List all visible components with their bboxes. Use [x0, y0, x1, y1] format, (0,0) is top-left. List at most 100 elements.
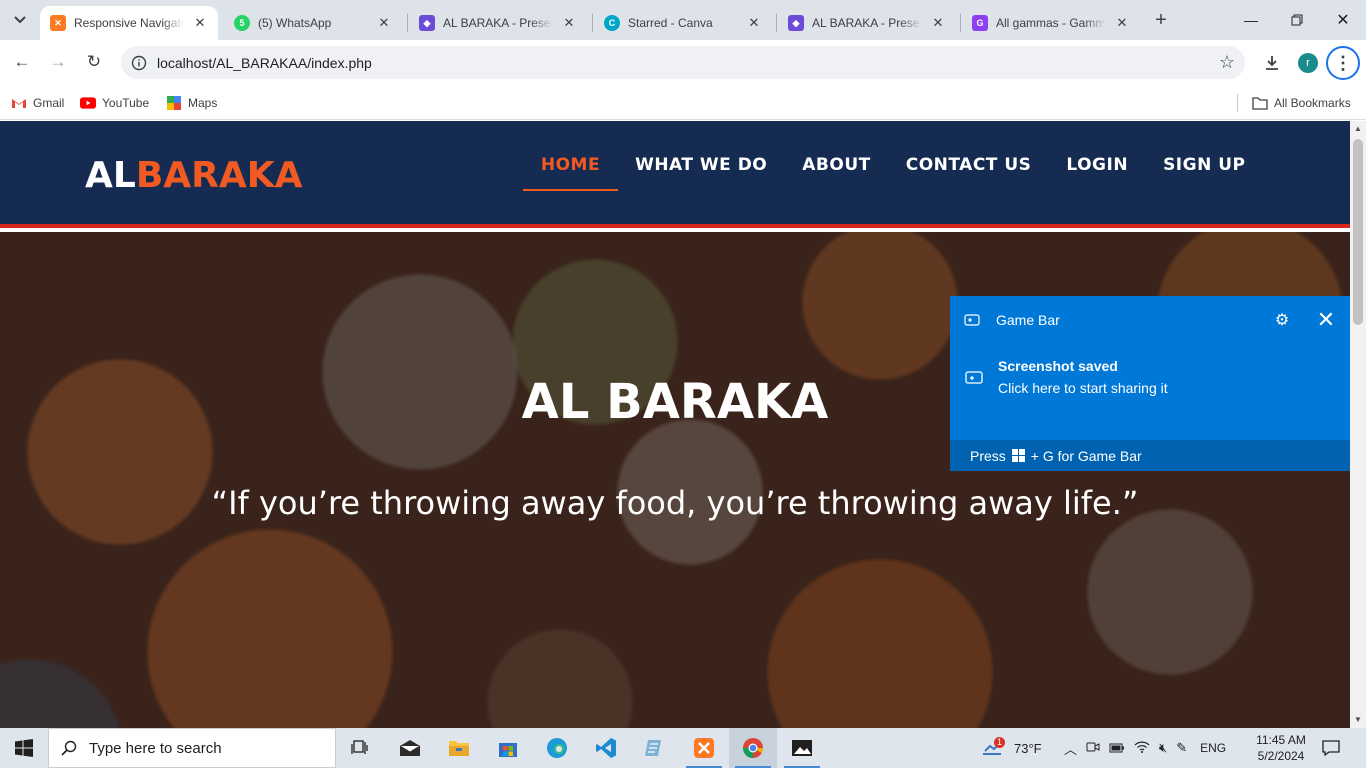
back-arrow-icon: ← [13, 52, 31, 71]
close-tab-icon[interactable]: ✕ [376, 15, 392, 31]
gamma-icon: ◆ [788, 15, 804, 31]
avatar: r [1298, 53, 1318, 73]
tab-canva[interactable]: C Starred - Canva ✕ [594, 6, 772, 40]
browser-menu-button[interactable]: ⋮ [1326, 46, 1360, 80]
bookmark-gmail[interactable]: Gmail [11, 92, 64, 114]
notification-header: Game Bar ⚙ ✕ [950, 296, 1350, 344]
task-view-icon [351, 740, 368, 754]
restore-button[interactable] [1274, 0, 1320, 40]
nav-login[interactable]: LOGIN [1049, 155, 1146, 191]
nav-contact-us[interactable]: CONTACT US [888, 155, 1049, 191]
gamebar-notification[interactable]: Game Bar ⚙ ✕ Screenshot saved Click here… [950, 296, 1350, 471]
windows-logo-icon [15, 739, 33, 757]
restore-icon [1291, 14, 1303, 26]
start-button[interactable] [0, 728, 48, 768]
tab-responsive-navigation[interactable]: ✕ Responsive Navigatio ✕ [40, 6, 218, 40]
tab-al-baraka-presentation-2[interactable]: ◆ AL BARAKA - Present ✕ [778, 6, 956, 40]
bookmark-label: Gmail [33, 96, 65, 110]
all-bookmarks-button[interactable]: All Bookmarks [1252, 92, 1351, 114]
close-window-button[interactable]: ✕ [1320, 0, 1366, 40]
bookmark-maps[interactable]: Maps [166, 92, 217, 114]
tab-title: Starred - Canva [628, 16, 713, 30]
pen-icon[interactable]: ✎ [1176, 740, 1187, 756]
taskbar-notepad[interactable] [631, 728, 679, 768]
browser-toolbar: ← → ↻ localhost/AL_BARAKAA/index.php ☆ r… [0, 40, 1366, 86]
volume-muted-icon[interactable]: 🔇︎ [1159, 740, 1167, 756]
nav-sign-up[interactable]: SIGN UP [1146, 155, 1263, 191]
close-tab-icon[interactable]: ✕ [192, 15, 208, 31]
scroll-up-icon[interactable]: ▲ [1350, 121, 1366, 137]
gamebar-icon [950, 313, 994, 327]
close-tab-icon[interactable]: ✕ [746, 15, 762, 31]
site-header: ALBARAKA HOME WHAT WE DO ABOUT CONTACT U… [0, 121, 1350, 228]
bookmark-label: YouTube [102, 96, 150, 110]
notification-app-name: Game Bar [996, 312, 1060, 328]
weather-alert-icon: 1 [982, 737, 1006, 759]
close-tab-icon[interactable]: ✕ [930, 15, 946, 31]
taskbar-chrome[interactable] [729, 728, 777, 768]
close-tab-icon[interactable]: ✕ [1114, 15, 1130, 31]
notification-message: Click here to start sharing it [998, 380, 1168, 396]
taskbar-file-explorer[interactable] [435, 728, 483, 768]
notification-title: Screenshot saved [998, 358, 1118, 374]
taskbar-mail[interactable] [386, 728, 434, 768]
tab-strip: ✕ Responsive Navigatio ✕ 5 (5) WhatsApp … [0, 0, 1366, 40]
page-scrollbar[interactable]: ▲ ▼ [1350, 121, 1366, 728]
close-tab-icon[interactable]: ✕ [561, 15, 577, 31]
folder-icon [1252, 96, 1268, 110]
taskbar-search[interactable]: Type here to search [48, 728, 336, 768]
site-logo[interactable]: ALBARAKA [85, 155, 302, 196]
weather-temp: 73°F [1014, 740, 1042, 756]
taskbar-photos[interactable] [778, 728, 826, 768]
chevron-up-icon[interactable]: ︿ [1064, 739, 1077, 758]
taskbar-edge[interactable] [533, 728, 581, 768]
scroll-down-icon[interactable]: ▼ [1350, 712, 1366, 728]
nav-what-we-do[interactable]: WHAT WE DO [618, 155, 785, 191]
new-tab-button[interactable]: + [1149, 8, 1173, 32]
url-text[interactable]: localhost/AL_BARAKAA/index.php [157, 55, 1209, 71]
mail-icon [399, 740, 421, 756]
language-indicator[interactable]: ENG [1200, 741, 1226, 755]
nav-home[interactable]: HOME [523, 155, 618, 191]
photos-icon [792, 740, 812, 756]
weather-widget[interactable]: 1 73°F [982, 728, 1042, 768]
meet-now-icon[interactable] [1086, 740, 1100, 757]
tab-all-gammas[interactable]: G All gammas - Gamma ✕ [962, 6, 1140, 40]
taskbar-xampp[interactable] [680, 728, 728, 768]
tab-search-button[interactable] [6, 6, 34, 34]
clock[interactable]: 11:45 AM 5/2/2024 [1250, 732, 1312, 764]
gamma-icon: G [972, 15, 988, 31]
bookmark-label: Maps [188, 96, 218, 110]
gear-icon[interactable]: ⚙ [1262, 310, 1302, 330]
profile-button[interactable]: r [1293, 48, 1323, 78]
tab-whatsapp[interactable]: 5 (5) WhatsApp ✕ [224, 6, 402, 40]
back-button[interactable]: ← [7, 47, 37, 77]
nav-about[interactable]: ABOUT [785, 155, 888, 191]
gmail-icon [11, 96, 27, 110]
downloads-button[interactable] [1257, 48, 1287, 78]
notification-body[interactable]: Screenshot saved Click here to start sha… [950, 358, 1350, 396]
tab-title: (5) WhatsApp [258, 16, 332, 30]
logo-part-2: BARAKA [135, 155, 303, 196]
forward-button[interactable]: → [43, 47, 73, 77]
wifi-icon[interactable] [1134, 741, 1150, 756]
store-icon [499, 743, 517, 757]
close-icon[interactable]: ✕ [1302, 307, 1350, 333]
notification-center-button[interactable] [1322, 728, 1340, 768]
address-bar[interactable]: localhost/AL_BARAKAA/index.php ☆ [121, 46, 1245, 79]
minimize-button[interactable]: — [1228, 0, 1274, 40]
tab-al-baraka-presentation[interactable]: ◆ AL BARAKA - Present ✕ [409, 6, 587, 40]
task-view-button[interactable] [336, 728, 384, 768]
xampp-icon: ✕ [50, 15, 66, 31]
reload-button[interactable]: ↻ [79, 47, 109, 77]
canva-icon: C [604, 15, 620, 31]
notification-footer: Press + G for Game Bar [950, 440, 1350, 471]
taskbar-vscode[interactable] [582, 728, 630, 768]
site-info-icon[interactable] [121, 55, 157, 71]
bookmark-youtube[interactable]: YouTube [80, 92, 149, 114]
weather-badge: 1 [994, 737, 1006, 748]
bookmark-star-icon[interactable]: ☆ [1209, 52, 1245, 73]
taskbar-store[interactable] [484, 728, 532, 768]
battery-icon[interactable] [1109, 741, 1125, 756]
scrollbar-thumb[interactable] [1353, 139, 1363, 325]
